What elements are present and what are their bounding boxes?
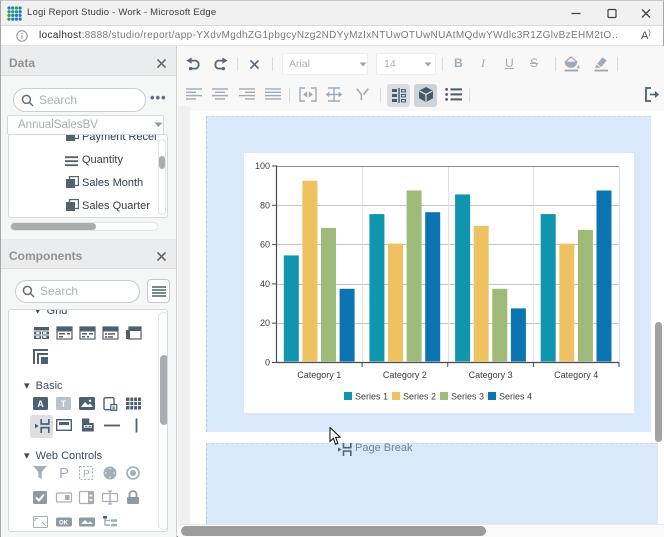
svg-text:Category 2: Category 2 xyxy=(383,370,427,380)
svg-text:Series 1: Series 1 xyxy=(355,392,388,402)
svg-text:P: P xyxy=(59,466,69,482)
svg-text:Series 4: Series 4 xyxy=(499,392,532,402)
svg-text:P: P xyxy=(83,469,90,480)
svg-text:20: 20 xyxy=(260,318,270,328)
svg-text:Series 2: Series 2 xyxy=(403,392,436,402)
svg-text:T: T xyxy=(61,399,67,409)
svg-text:Category 1: Category 1 xyxy=(297,370,341,380)
svg-text:100: 100 xyxy=(255,161,270,171)
svg-text:Category 3: Category 3 xyxy=(469,370,513,380)
svg-text:Series 3: Series 3 xyxy=(451,392,484,402)
svg-text:A: A xyxy=(37,399,44,409)
svg-text:0: 0 xyxy=(265,358,270,368)
svg-text:OK: OK xyxy=(59,521,69,527)
svg-text:60: 60 xyxy=(260,240,270,250)
svg-text:80: 80 xyxy=(260,200,270,210)
svg-text:Category 4: Category 4 xyxy=(554,370,598,380)
svg-text:40: 40 xyxy=(260,279,270,289)
